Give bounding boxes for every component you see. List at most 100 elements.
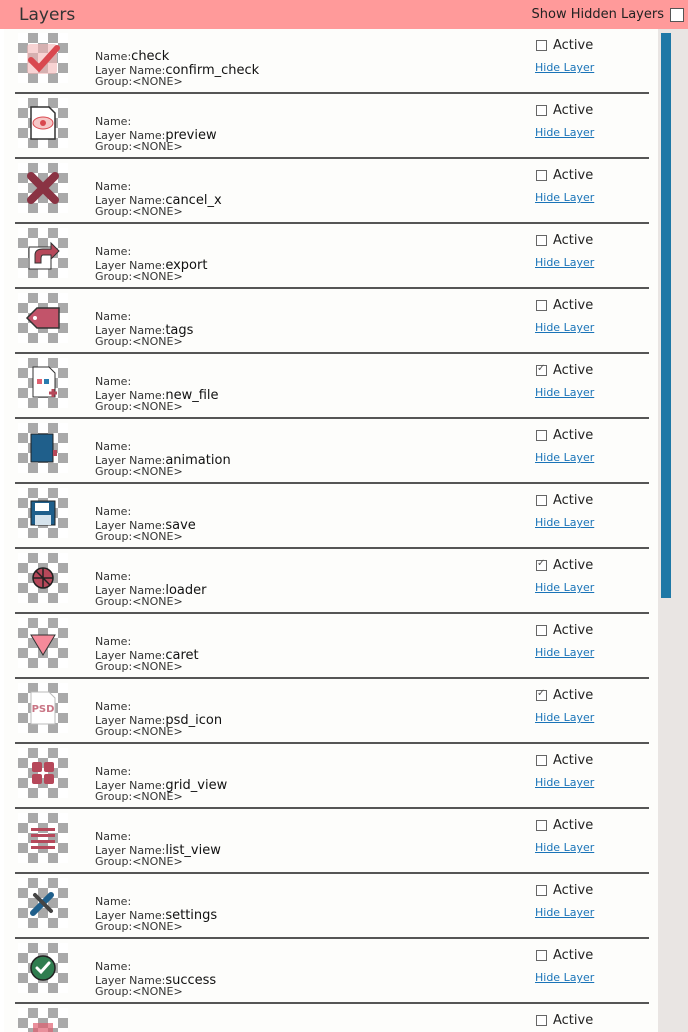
active-toggle[interactable]: Active	[536, 558, 593, 573]
layer-group-label: Group:	[95, 725, 133, 738]
active-toggle[interactable]: Active	[536, 168, 593, 183]
active-checkbox[interactable]	[536, 430, 547, 441]
hide-layer-link[interactable]: Hide Layer	[535, 126, 594, 139]
layer-thumbnail	[18, 943, 68, 993]
active-checkbox[interactable]	[536, 755, 547, 766]
show-hidden-checkbox[interactable]	[670, 7, 684, 22]
hide-layer-link[interactable]: Hide Layer	[535, 906, 594, 919]
layer-thumbnail	[18, 878, 68, 928]
layer-group-value: <NONE>	[132, 920, 183, 933]
hide-layer-link[interactable]: Hide Layer	[535, 711, 594, 724]
active-toggle[interactable]: Active	[536, 363, 593, 378]
hide-layer-link[interactable]: Hide Layer	[535, 516, 594, 529]
active-toggle[interactable]: Active	[536, 428, 593, 443]
active-checkbox[interactable]	[536, 363, 547, 376]
layer-row[interactable]: Name: Layer Name:animation Group:<NONE> Act…	[15, 419, 649, 484]
active-toggle[interactable]: Active	[536, 38, 593, 53]
active-checkbox[interactable]	[536, 625, 547, 636]
active-checkbox[interactable]	[536, 495, 547, 506]
hide-layer-link[interactable]: Hide Layer	[535, 451, 594, 464]
active-toggle[interactable]: Active	[536, 1013, 593, 1028]
layer-row[interactable]: Name: Layer Name:export Group:<NONE> Active…	[15, 224, 649, 289]
layer-row[interactable]: Name:check Layer Name:confirm_check Group:…	[15, 29, 649, 94]
hide-layer-link[interactable]: Hide Layer	[535, 386, 594, 399]
layer-row[interactable]: Name: Layer Name:caret Group:<NONE> Active H…	[15, 614, 649, 679]
active-checkbox[interactable]	[536, 40, 547, 51]
layer-group-line: Group:<NONE>	[95, 920, 183, 933]
layer-row[interactable]: Name: Layer Name:grid_view Group:<NONE> Act…	[15, 744, 649, 809]
layer-group-label: Group:	[95, 140, 133, 153]
active-checkbox[interactable]	[536, 885, 547, 896]
layer-row[interactable]: Name: Layer Name:save Group:<NONE> Active Hi…	[15, 484, 649, 549]
layer-thumbnail	[18, 423, 68, 473]
layer-row[interactable]: Name:Layer Name:new_fileGroup:<NONE>Acti…	[15, 354, 649, 419]
active-checkbox[interactable]	[536, 688, 547, 701]
layer-thumbnail	[18, 163, 68, 213]
active-toggle[interactable]: Active	[536, 948, 593, 963]
hide-layer-link[interactable]: Hide Layer	[535, 971, 594, 984]
layer-thumbnail	[18, 618, 68, 668]
active-label: Active	[553, 38, 594, 53]
hide-layer-link[interactable]: Hide Layer	[535, 581, 594, 594]
active-checkbox[interactable]	[536, 300, 547, 311]
layer-group-line: Group:<NONE>	[95, 465, 183, 478]
psd-icon: PSD	[30, 691, 56, 725]
active-toggle[interactable]: Active	[536, 298, 593, 313]
layer-group-value: <NONE>	[132, 660, 183, 673]
hide-layer-link[interactable]: Hide Layer	[535, 61, 594, 74]
layer-group-value: <NONE>	[132, 985, 183, 998]
layer-group-value: <NONE>	[132, 140, 183, 153]
layer-row[interactable]: Name: Layer Name:cancel_x Group:<NONE> Acti…	[15, 159, 649, 224]
active-toggle[interactable]: Active	[536, 493, 593, 508]
tag-icon	[25, 307, 60, 329]
layer-row[interactable]: Name: Layer Name:settings Group:<NONE> Acti…	[15, 874, 649, 939]
layer-group-label: Group:	[95, 790, 133, 803]
active-checkbox[interactable]	[536, 950, 547, 961]
hide-layer-link[interactable]: Hide Layer	[535, 776, 594, 789]
active-checkbox[interactable]	[536, 820, 547, 831]
layer-thumbnail	[18, 228, 68, 278]
active-toggle[interactable]: Active	[536, 103, 593, 118]
layer-thumbnail: PSD	[18, 683, 68, 733]
layer-row[interactable]: Name: Layer Name:preview Group:<NONE> Activ…	[15, 94, 649, 159]
hide-layer-link[interactable]: Hide Layer	[535, 191, 594, 204]
show-hidden-layers-toggle[interactable]: Show Hidden Layers	[532, 7, 684, 22]
layers-header: Layers Show Hidden Layers	[0, 0, 688, 29]
scrollbar-thumb[interactable]	[661, 33, 671, 598]
active-checkbox[interactable]	[536, 1015, 547, 1026]
layer-group-label: Group:	[95, 75, 133, 88]
active-toggle[interactable]: Active	[536, 623, 593, 638]
layer-group-value: <NONE>	[132, 595, 183, 608]
layer-group-label: Group:	[95, 465, 133, 478]
save-icon	[30, 500, 56, 526]
layer-row[interactable]: Name:Layer Name:loaderGroup:<NONE>Active…	[15, 549, 649, 614]
hide-layer-link[interactable]: Hide Layer	[535, 646, 594, 659]
layer-row[interactable]: Active	[15, 1004, 649, 1032]
layer-group-line: Group:<NONE>	[95, 530, 183, 543]
active-toggle[interactable]: Active	[536, 818, 593, 833]
layer-row[interactable]: Name: Layer Name:tags Group:<NONE> Active Hi…	[15, 289, 649, 354]
layer-group-line: Group:<NONE>	[95, 855, 183, 868]
active-toggle[interactable]: Active	[536, 753, 593, 768]
layer-row[interactable]: PSDName:Layer Name:psd_iconGroup:<NONE>A…	[15, 679, 649, 744]
active-toggle[interactable]: Active	[536, 233, 593, 248]
layer-row[interactable]: Name: Layer Name:success Group:<NONE> Activ…	[15, 939, 649, 1004]
active-checkbox[interactable]	[536, 105, 547, 116]
hide-layer-link[interactable]: Hide Layer	[535, 256, 594, 269]
layer-thumbnail	[18, 748, 68, 798]
layer-row[interactable]: Name: Layer Name:list_view Group:<NONE> Act…	[15, 809, 649, 874]
active-checkbox[interactable]	[536, 170, 547, 181]
active-toggle[interactable]: Active	[536, 883, 593, 898]
active-label: Active	[553, 1013, 594, 1028]
active-label: Active	[553, 168, 594, 183]
layer-group-label: Group:	[95, 335, 133, 348]
active-checkbox[interactable]	[536, 235, 547, 246]
active-label: Active	[553, 493, 594, 508]
hide-layer-link[interactable]: Hide Layer	[535, 841, 594, 854]
layers-list: Name:check Layer Name:confirm_check Group:…	[4, 29, 658, 1032]
active-checkbox[interactable]	[536, 558, 547, 571]
hide-layer-link[interactable]: Hide Layer	[535, 321, 594, 334]
active-toggle[interactable]: Active	[536, 688, 593, 703]
layer-thumbnail	[18, 33, 68, 83]
layer-group-value: <NONE>	[132, 400, 183, 413]
